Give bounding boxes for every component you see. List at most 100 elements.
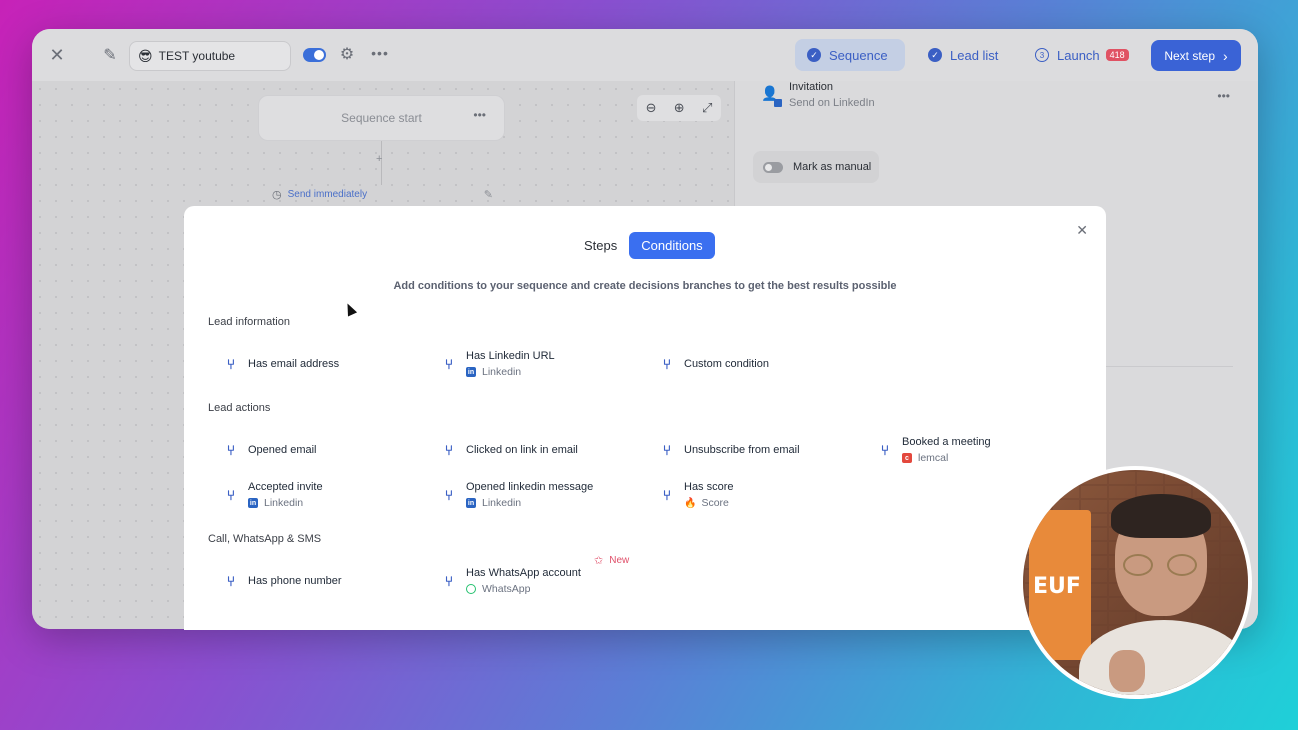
branch-icon: ⑂ [226, 573, 236, 589]
condition-source: Linkedin [482, 497, 522, 509]
check-circle-icon: ✓ [807, 48, 821, 62]
gear-icon[interactable]: ⚙ [337, 44, 357, 64]
step-title: Invitation [789, 81, 834, 93]
next-step-button[interactable]: Next step › [1151, 40, 1241, 71]
condition-label: Unsubscribe from email [684, 444, 800, 456]
condition-label: Has email address [248, 358, 340, 370]
condition-label: Accepted invite [248, 481, 323, 493]
branch-icon: ⑂ [226, 356, 236, 372]
condition-custom[interactable]: ⑂ Custom condition [650, 344, 866, 384]
linkedin-icon: in [248, 498, 258, 508]
send-immediately-node[interactable]: ◷ Send immediately ✎ [258, 181, 505, 207]
tab-sequence-label: Sequence [829, 47, 888, 63]
condition-unsubscribe[interactable]: ⑂ Unsubscribe from email [650, 430, 866, 470]
send-immediately-label: Send immediately [287, 188, 368, 200]
condition-label: Has phone number [248, 575, 342, 587]
condition-has-whatsapp[interactable]: ⑂ Has WhatsApp account WhatsApp [432, 561, 648, 601]
zoom-controls: ⊖ ⊕ ⤢ [637, 95, 721, 121]
close-icon[interactable]: ✕ [47, 45, 67, 65]
presenter-hand [1109, 650, 1145, 692]
condition-label: Opened linkedin message [466, 481, 594, 493]
sequence-name-text: TEST youtube [158, 49, 236, 63]
lemcal-icon: c [902, 453, 912, 463]
presenter-hair [1111, 494, 1211, 538]
branch-icon: ⑂ [444, 442, 454, 458]
condition-source: WhatsApp [482, 583, 531, 595]
zoom-out-icon[interactable]: ⊖ [646, 100, 657, 116]
top-bar: ✕ ✎ 😎 TEST youtube ⚙ ••• ✓ Sequence ✓ Le… [32, 29, 1258, 81]
new-badge-label: New [609, 555, 630, 566]
close-icon[interactable]: ✕ [1076, 222, 1088, 239]
condition-opened-linkedin-message[interactable]: ⑂ Opened linkedin message in Linkedin [432, 475, 648, 515]
webcam-overlay: EUF [1019, 466, 1252, 699]
linkedin-icon: in [466, 367, 476, 377]
sequence-name-field[interactable]: 😎 TEST youtube [129, 41, 291, 71]
branch-icon: ⑂ [662, 442, 672, 458]
condition-label: Custom condition [684, 358, 769, 370]
launch-icon: 3 [1035, 48, 1049, 62]
branch-icon: ⑂ [226, 487, 236, 503]
sequence-start-label: Sequence start [341, 111, 422, 125]
whatsapp-icon [466, 584, 476, 594]
glasses-icon [1123, 554, 1153, 576]
more-options-icon[interactable]: ••• [370, 43, 390, 63]
condition-booked-meeting[interactable]: ⑂ Booked a meeting c lemcal [868, 430, 1084, 470]
fire-icon: 🔥 [684, 497, 697, 509]
branch-icon: ⑂ [444, 573, 454, 589]
sequence-start-node[interactable]: Sequence start ••• [258, 95, 505, 141]
tab-lead-list-label: Lead list [950, 47, 999, 63]
condition-has-phone[interactable]: ⑂ Has phone number [214, 561, 430, 601]
tab-conditions[interactable]: Conditions [629, 232, 715, 259]
next-step-label: Next step [1164, 48, 1216, 63]
condition-label: Clicked on link in email [466, 444, 578, 456]
condition-source: lemcal [918, 452, 949, 464]
add-step-icon[interactable]: + [376, 153, 382, 165]
branch-icon: ⑂ [444, 356, 454, 372]
tab-sequence[interactable]: ✓ Sequence [795, 39, 905, 71]
mark-as-manual-toggle[interactable]: Mark as manual [753, 151, 879, 183]
condition-source: Linkedin [482, 366, 522, 378]
condition-opened-email[interactable]: ⑂ Opened email [214, 430, 430, 470]
condition-has-score[interactable]: ⑂ Has score 🔥 Score [650, 475, 866, 515]
more-options-icon[interactable]: ••• [1217, 89, 1230, 103]
emoji-icon: 😎 [138, 47, 153, 64]
step-subtitle: Send on LinkedIn [789, 97, 875, 109]
condition-label: Has WhatsApp account [466, 567, 581, 579]
tools-icon[interactable]: ✎ [100, 45, 120, 65]
check-circle-icon: ✓ [928, 48, 942, 62]
steps-conditions-switch: Steps Conditions [572, 232, 715, 259]
tab-launch[interactable]: 3 Launch 418 [1023, 39, 1143, 71]
branch-icon: ⑂ [662, 356, 672, 372]
condition-accepted-invite[interactable]: ⑂ Accepted invite in Linkedin [214, 475, 430, 515]
tab-lead-list[interactable]: ✓ Lead list [916, 39, 1016, 71]
condition-clicked-link[interactable]: ⑂ Clicked on link in email [432, 430, 648, 470]
condition-label: Booked a meeting [902, 436, 991, 448]
fit-view-icon[interactable]: ⤢ [702, 100, 712, 116]
sign-text: EUF [1033, 574, 1081, 599]
condition-source: Score [701, 497, 729, 509]
zoom-in-icon[interactable]: ⊕ [674, 100, 685, 116]
mark-as-manual-label: Mark as manual [793, 161, 872, 173]
condition-has-email[interactable]: ⑂ Has email address [214, 344, 430, 384]
edit-icon[interactable]: ✎ [484, 188, 493, 201]
clock-icon: ◷ [272, 188, 282, 201]
more-options-icon[interactable]: ••• [473, 108, 486, 122]
condition-has-linkedin-url[interactable]: ⑂ Has Linkedin URL in Linkedin [432, 344, 648, 384]
sequence-active-toggle[interactable] [303, 48, 326, 62]
section-title-call-whatsapp-sms: Call, WhatsApp & SMS [208, 533, 322, 545]
add-condition-modal: ✕ Steps Conditions Add conditions to you… [184, 206, 1106, 630]
modal-subtitle: Add conditions to your sequence and crea… [393, 280, 897, 292]
tab-launch-label: Launch [1057, 47, 1100, 63]
condition-label: Has score [684, 481, 734, 493]
condition-label: Has Linkedin URL [466, 350, 555, 362]
section-title-lead-information: Lead information [208, 316, 290, 328]
branch-icon: ⑂ [226, 442, 236, 458]
branch-icon: ⑂ [662, 487, 672, 503]
condition-label: Opened email [248, 444, 317, 456]
sparkle-icon: ✩ [594, 555, 604, 567]
toggle-switch[interactable] [763, 161, 783, 173]
branch-icon: ⑂ [880, 442, 890, 458]
section-title-lead-actions: Lead actions [208, 402, 271, 414]
glasses-icon [1167, 554, 1197, 576]
tab-steps[interactable]: Steps [572, 232, 629, 259]
